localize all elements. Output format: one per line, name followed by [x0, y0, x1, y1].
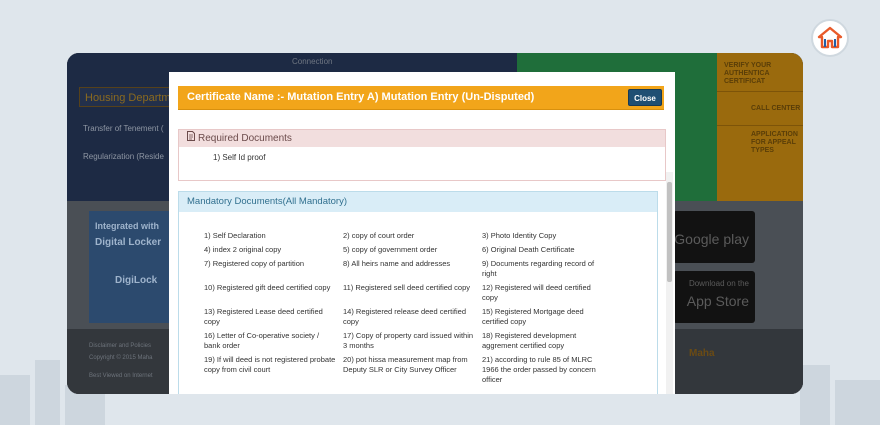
mandatory-document-item: 20) pot hissa measurement map from Deput…: [343, 355, 468, 374]
mandatory-document-item: 10) Registered gift deed certified copy: [204, 283, 331, 292]
bg-verify-item: VERIFY YOUR AUTHENTICA CERTIFICAT: [724, 62, 803, 86]
bg-footer-text: Disclaimer and Policies: [89, 343, 152, 349]
mandatory-document-item: 1) Self Declaration: [204, 231, 266, 240]
bg-verify-line: VERIFY YOUR: [724, 62, 772, 69]
mandatory-document-item: 18) Registered development aggrement cer…: [482, 331, 577, 350]
bg-footer-text: Copyright © 2015 Maha: [89, 355, 153, 361]
mandatory-document-item: 11) Registered sell deed certified copy: [343, 283, 471, 292]
bg-link: Regularization (Reside: [83, 152, 164, 161]
bg-digilocker-text: DigiLock: [115, 275, 158, 286]
modal-header: Certificate Name :- Mutation Entry A) Mu…: [178, 86, 664, 110]
bg-appeal-line: FOR APPEAL: [751, 139, 796, 146]
mandatory-document-item: 16) Letter of Co-operative society / ban…: [204, 331, 320, 350]
mandatory-document-item: 13) Registered Lease deed certified copy: [204, 307, 323, 326]
bg-app-store-badge: Download on the App Store: [673, 271, 755, 323]
mandatory-document-item: 7) Registered copy of partition: [204, 259, 305, 268]
document-icon: [187, 130, 195, 147]
bg-verify-line: CERTIFICAT: [724, 78, 766, 85]
mandatory-document-item: 17) Copy of property card issued within …: [343, 331, 474, 350]
mandatory-document-item: 21) according to rule 85 of MLRC 1966 th…: [482, 355, 596, 384]
device-frame: VERIFY YOUR AUTHENTICA CERTIFICAT CALL C…: [67, 53, 803, 394]
mandatory-documents-grid: 1) Self Declaration 2) copy of court ord…: [204, 231, 614, 385]
bg-call-line: CALL CENTER: [751, 105, 801, 112]
bg-housing-tab: Housing Departm: [79, 87, 174, 107]
required-documents-heading: Required Documents: [198, 133, 292, 145]
bg-store-text: App Store: [686, 293, 749, 309]
mandatory-documents-header: Mandatory Documents(All Mandatory): [179, 192, 657, 212]
home-logo-icon[interactable]: [811, 19, 849, 57]
bg-appeal-line: TYPES: [751, 147, 774, 154]
mandatory-document-item: 6) Original Death Certificate: [482, 245, 575, 254]
bg-digilocker-text: Integrated with: [95, 221, 160, 231]
required-documents-header: Required Documents: [179, 130, 665, 147]
bg-digilocker-text: Digital Locker: [95, 237, 162, 248]
mandatory-document-item: 14) Registered release deed certified co…: [343, 307, 466, 326]
bg-divider: [717, 91, 803, 92]
bg-link: Transfer of Tenement (: [83, 124, 164, 133]
bg-connection-label: Connection: [292, 57, 333, 66]
bg-google-play-badge: Google play: [673, 211, 755, 263]
required-documents-panel: Required Documents 1) Self Id proof: [178, 129, 666, 181]
mandatory-document-item: 4) index 2 original copy: [204, 245, 282, 254]
modal-title: Certificate Name :- Mutation Entry A) Mu…: [187, 91, 535, 103]
bg-store-text: Google play: [674, 231, 749, 247]
bg-divider: [717, 125, 803, 126]
mandatory-document-item: 12) Registered will deed certified copy: [482, 283, 591, 302]
bg-footer-text: Best Viewed on Internet: [89, 373, 153, 379]
bg-call-center-item: CALL CENTER: [751, 105, 803, 113]
background-website: VERIFY YOUR AUTHENTICA CERTIFICAT CALL C…: [67, 53, 803, 394]
mandatory-document-item: 9) Documents regarding record of right: [482, 259, 595, 278]
mandatory-document-item: 5) copy of government order: [343, 245, 438, 254]
mandatory-document-item: 2) copy of court order: [343, 231, 415, 240]
mandatory-document-item: 19) If will deed is not registered proba…: [204, 355, 336, 374]
bg-verify-line: AUTHENTICA: [724, 70, 770, 77]
certificate-modal: Certificate Name :- Mutation Entry A) Mu…: [169, 72, 675, 394]
bg-store-text: Download on the: [688, 279, 749, 288]
bg-maha-logo: Maha: [689, 348, 715, 359]
bg-appeal-line: APPLICATION: [751, 131, 798, 138]
close-button[interactable]: Close: [628, 89, 662, 106]
required-document-item: 1) Self Id proof: [213, 153, 266, 162]
mandatory-document-item: 8) All heirs name and addresses: [343, 259, 451, 268]
mandatory-document-item: 3) Photo Identity Copy: [482, 231, 557, 240]
modal-scrollbar-thumb[interactable]: [667, 182, 672, 282]
mandatory-document-item: 15) Registered Mortgage deed certified c…: [482, 307, 584, 326]
bg-appeal-item: APPLICATION FOR APPEAL TYPES: [751, 131, 803, 155]
